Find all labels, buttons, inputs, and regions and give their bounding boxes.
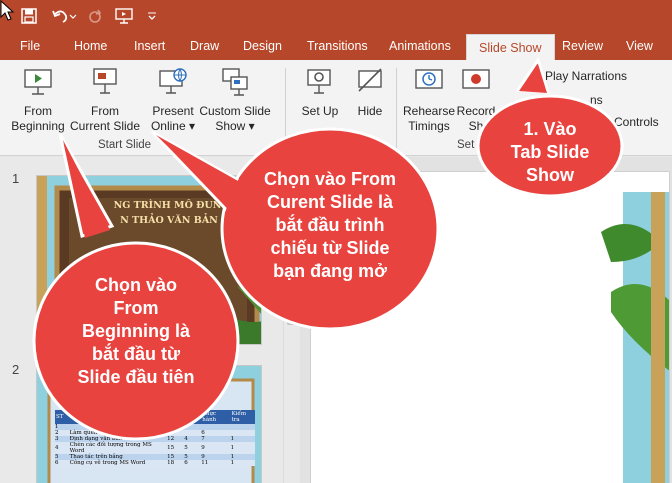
table-row: 6 Công cụ vẽ trong MS Word 18 6 11 1 xyxy=(55,460,255,466)
table-cell: 11 xyxy=(201,460,209,466)
from-current-slide-button[interactable]: From Current Slide xyxy=(68,66,142,134)
table-cell: 15 xyxy=(167,445,175,451)
slide-number: 2 xyxy=(12,362,20,377)
table-cell: 6 xyxy=(184,460,188,466)
table-cell: 6 xyxy=(55,460,59,466)
rehearse-timings-icon xyxy=(415,69,443,89)
table-row: 4 Chèn các đối tượng trong MS Word 15 5 … xyxy=(55,442,255,454)
mouse-cursor-icon xyxy=(0,0,15,21)
table-cell: 9 xyxy=(201,445,205,451)
tab-design[interactable]: Design xyxy=(243,32,282,60)
callout-from-beginning: Chọn vào From Beginning là bắt đầu từ Sl… xyxy=(32,126,240,442)
hide-label: Hide xyxy=(357,104,383,118)
from-beginning-button[interactable]: From Beginning xyxy=(8,66,68,134)
slideshow-from-beginning-icon[interactable] xyxy=(113,4,135,28)
present-online-icon xyxy=(159,68,187,94)
tab-draw[interactable]: Draw xyxy=(190,32,219,60)
table-cell: Công cụ vẽ trong MS Word xyxy=(69,460,146,466)
present-online-label-1: Present xyxy=(152,104,194,118)
table-cell: Chèn các đối tượng trong MS Word xyxy=(69,442,152,454)
hide-slide-button[interactable]: Hide xyxy=(350,66,390,119)
tab-insert[interactable]: Insert xyxy=(134,32,165,60)
set-up-icon xyxy=(307,69,331,94)
ribbon-tabs: File Home Insert Draw Design Transitions… xyxy=(0,32,672,62)
table-cell: 4 xyxy=(55,445,59,451)
from-current-label-1: From xyxy=(91,104,119,118)
table-cell: 1 xyxy=(230,460,235,466)
rehearse-label-1: Rehearse xyxy=(402,104,456,118)
from-beginning-label-1: From xyxy=(24,104,52,118)
undo-icon[interactable] xyxy=(50,4,78,28)
tab-review[interactable]: Review xyxy=(562,32,603,60)
callout-from-beginning-text: Chọn vào From Beginning là bắt đầu từ Sl… xyxy=(77,275,195,387)
chevron-down-icon[interactable] xyxy=(145,4,159,28)
tab-animations[interactable]: Animations xyxy=(389,32,451,60)
set-up-slide-show-button[interactable]: Set Up xyxy=(298,66,342,119)
tab-home[interactable]: Home xyxy=(74,32,107,60)
callout-tab-text: 1. Vào Tab Slide Show xyxy=(510,119,590,185)
tab-view[interactable]: View xyxy=(626,32,653,60)
hide-slide-icon xyxy=(358,68,382,92)
custom-slide-show-label-1: Custom Slide xyxy=(199,104,271,118)
save-icon[interactable] xyxy=(18,4,40,28)
tab-slide-show[interactable]: Slide Show xyxy=(466,34,555,62)
set-up-label: Set Up xyxy=(301,104,339,118)
table-cell: 18 xyxy=(167,460,175,466)
title-bar xyxy=(0,0,672,32)
table-cell: 5 xyxy=(184,445,188,451)
slide-number: 1 xyxy=(12,171,20,186)
redo-icon[interactable] xyxy=(86,4,104,28)
table-cell: 1 xyxy=(230,445,235,451)
callout-tab-slide-show: 1. Vào Tab Slide Show xyxy=(476,56,628,198)
slideshow-from-current-icon xyxy=(93,68,117,94)
custom-slide-show-icon xyxy=(222,68,248,96)
tab-transitions[interactable]: Transitions xyxy=(307,32,368,60)
tab-file[interactable]: File xyxy=(20,32,40,60)
callout-from-current-text: Chọn vào From Curent Slide là bắt đầu tr… xyxy=(263,169,396,281)
group-label-set-up: Set xyxy=(457,139,475,151)
slideshow-from-beginning-icon xyxy=(24,69,52,95)
